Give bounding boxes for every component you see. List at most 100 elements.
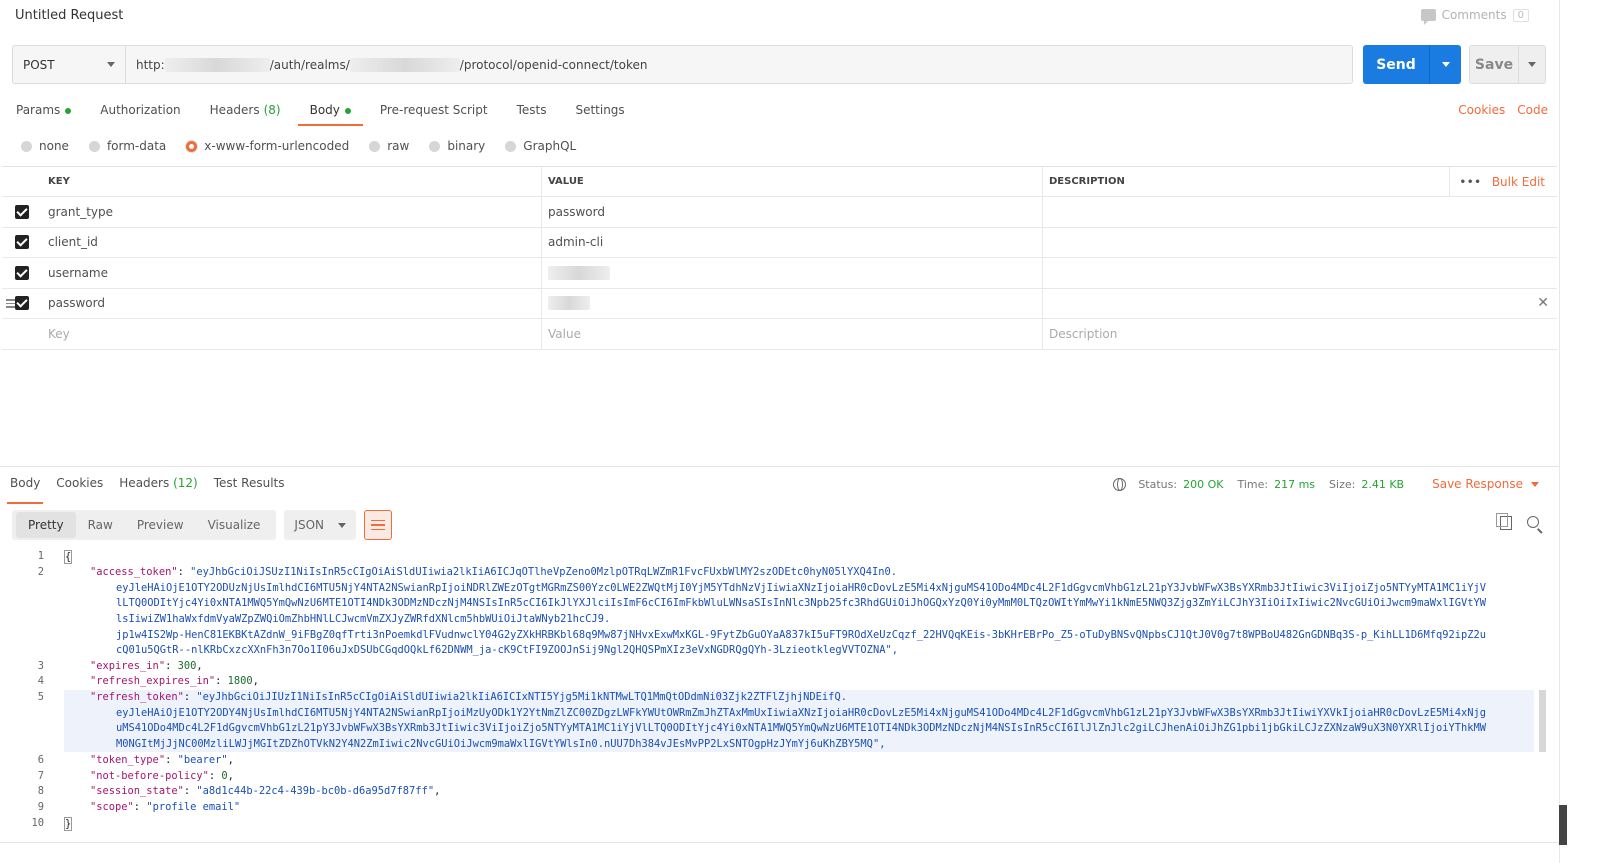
radio-graphql[interactable]: GraphQL [505,139,576,153]
table-tools: ••• Bulk Edit [1448,167,1545,197]
url-input[interactable]: http: /auth/realms/ /protocol/openid-con… [126,46,1352,83]
radio-binary[interactable]: binary [429,139,485,153]
search-icon[interactable] [1527,516,1539,528]
column-description: DESCRIPTION ••• Bulk Edit [1043,167,1557,197]
more-options-icon[interactable]: ••• [1460,177,1482,188]
send-button[interactable]: Send [1363,45,1430,84]
value-cell[interactable]: password [542,197,1043,227]
window-scrollbar[interactable] [1559,805,1567,845]
wrap-lines-button[interactable] [364,510,393,540]
tab-pre-request-script[interactable]: Pre-request Script [380,98,488,126]
json-key: "refresh_expires_in" [90,675,216,687]
json-number: 300 [177,660,197,672]
radio-form-data[interactable]: form-data [88,139,166,153]
description-cell[interactable] [1043,228,1557,258]
key-cell[interactable]: client_id [42,227,542,257]
checkbox[interactable] [15,204,29,219]
resp-tab-body[interactable]: Body [6,476,44,504]
tab-params[interactable]: Params [16,98,72,126]
key-input[interactable]: Key [42,319,542,349]
pane-divider[interactable] [0,466,1559,467]
save-options-button[interactable] [1519,46,1545,83]
json-number: 0 [221,770,228,782]
comment-icon [1420,9,1436,25]
table-row: grant_type password [2,197,1557,228]
resp-tab-test-results[interactable]: Test Results [214,476,285,498]
size-value[interactable]: 2.41 KB [1361,478,1404,491]
resp-tab-headers[interactable]: Headers (12) [119,476,197,498]
key-cell[interactable]: username [42,258,542,288]
view-preview[interactable]: Preview [125,512,196,538]
table-row: client_id admin-cli [2,227,1557,258]
tab-tests[interactable]: Tests [517,98,547,126]
chevron-down-icon [1531,481,1539,487]
cookies-link[interactable]: Cookies [1458,103,1505,117]
view-raw[interactable]: Raw [76,512,125,538]
view-visualize[interactable]: Visualize [196,512,273,538]
description-cell[interactable]: ✕ [1043,289,1557,319]
view-pretty[interactable]: Pretty [16,512,76,538]
response-tabs: Body Cookies Headers (12) Test Results [6,476,300,504]
status-value[interactable]: 200 OK [1183,478,1223,491]
value-cell[interactable]: admin-cli [542,227,1043,257]
time-value[interactable]: 217 ms [1274,478,1315,491]
value-cell[interactable] [542,288,1043,318]
radio-none[interactable]: none [21,139,69,153]
globe-icon[interactable] [1113,477,1127,491]
value-input[interactable]: Value [542,319,1043,349]
tab-authorization[interactable]: Authorization [100,98,180,126]
redacted-realm [349,57,460,72]
json-key: "session_state" [90,785,184,797]
url-middle: /auth/realms/ [269,57,350,72]
code-link[interactable]: Code [1517,103,1548,117]
radio-raw[interactable]: raw [369,139,409,153]
checkbox[interactable] [15,296,29,311]
line-number: 8 [37,785,44,797]
row-checkbox-cell [2,197,42,227]
table-row: password ✕ [2,288,1557,319]
format-select[interactable]: JSON [284,510,357,540]
save-button[interactable]: Save [1470,46,1519,83]
chevron-down-icon [1441,62,1450,67]
json-string-cont: cQ01u5QGtR--nlKRbCxzcXXnFh3n7Oo1I06uJxDS… [116,644,898,656]
column-description-label: DESCRIPTION [1049,176,1125,187]
method-select[interactable]: POST [13,46,126,83]
description-cell[interactable] [1043,197,1557,227]
tab-body[interactable]: Body [297,98,364,126]
json-key: "not-before-policy" [90,770,209,782]
key-cell[interactable]: password [42,288,542,318]
code-line: "not-before-policy": 0, [90,770,234,782]
bulk-edit-link[interactable]: Bulk Edit [1492,175,1545,189]
description-cell[interactable] [1043,258,1557,288]
response-body-editor[interactable]: 1 2 3 4 5 6 7 8 9 10 { "access_token": "… [0,548,1545,834]
value-cell[interactable] [542,258,1043,288]
description-input[interactable]: Description [1043,319,1557,349]
response-status: Status: 200 OK Time: 217 ms Size: 2.41 K… [1113,477,1539,491]
copy-icon[interactable] [1496,513,1512,530]
method-value: POST [23,57,55,72]
tab-headers[interactable]: Headers (8) [210,98,281,126]
radio-icon [429,140,441,152]
request-title[interactable]: Untitled Request [15,8,123,23]
delete-row-icon[interactable]: ✕ [1537,295,1549,311]
radio-x-www-form-urlencoded[interactable]: x-www-form-urlencoded [186,139,349,153]
view-mode-segment: Pretty Raw Preview Visualize [12,510,277,540]
editor-scrollbar[interactable] [1539,690,1546,752]
tab-count: (8) [263,103,281,117]
comments-count: 0 [1512,8,1529,22]
table-header: KEY VALUE DESCRIPTION ••• Bulk Edit [2,167,1557,197]
key-cell[interactable]: grant_type [42,197,542,227]
redacted-host [164,57,270,72]
resp-tab-cookies[interactable]: Cookies [56,476,103,498]
checkbox[interactable] [15,235,29,250]
json-string-cont: lsIiwiZW1haWxfdmVyaWZpZWQiOmZhbHNlLCJwcm… [116,613,611,625]
send-options-button[interactable] [1430,45,1461,84]
comments-button[interactable]: Comments 0 [1420,8,1529,25]
tab-settings[interactable]: Settings [575,98,624,126]
request-tabs: Params Authorization Headers (8) Body Pre… [16,98,654,126]
url-suffix: /protocol/openid-connect/token [459,57,648,72]
checkbox[interactable] [15,265,29,280]
url-bar: POST http: /auth/realms/ /protocol/openi… [12,45,1353,84]
size-label: Size: [1329,477,1356,491]
save-response-button[interactable]: Save Response [1432,477,1539,491]
